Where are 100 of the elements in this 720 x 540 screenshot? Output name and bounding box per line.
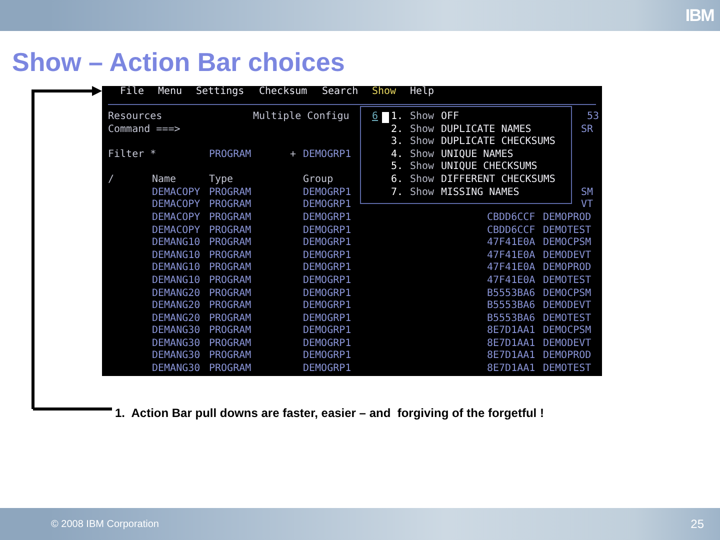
table-cell: PROGRAM [209, 363, 252, 374]
table-cell: PROGRAM [209, 274, 252, 286]
table-cell: CBDD6CCF [487, 212, 536, 223]
table-cell: DEMOGRP1 [303, 274, 352, 286]
table-cell: DEMOGRP1 [303, 312, 352, 324]
table-cell: DEMODEVT [543, 250, 592, 262]
filter-group: DEMOGRP1 [303, 148, 352, 162]
panel-title: Multiple Configu [253, 111, 350, 122]
table-cell: DEMOTEST [543, 274, 592, 288]
table-cell: DEMOCPSM [543, 288, 592, 300]
table-cell: DEMANG20 [152, 288, 200, 298]
table-cell: 8E7D1AA1 [487, 350, 536, 362]
table-cell: DEMOPROD [543, 212, 592, 225]
menu-option[interactable]: 3. Show DUPLICATE CHECKSUMS [391, 136, 556, 149]
menu-item[interactable]: Checksum [259, 86, 308, 97]
menu-option[interactable]: 4. Show UNIQUE NAMES [391, 148, 514, 162]
table-cell: DEMACOPY [152, 224, 200, 236]
table-cell: PROGRAM [209, 325, 252, 336]
table-cell: PROGRAM [209, 262, 252, 274]
table-cell: 8E7D1AA1 [487, 325, 536, 336]
column-header: Group [303, 174, 334, 186]
table-cell: 8E7D1AA1 [487, 363, 536, 374]
table-cell: SM [581, 186, 594, 200]
table-cell: DEMANG10 [152, 237, 200, 248]
filter-type: PROGRAM [209, 148, 252, 160]
table-cell: DEMANG10 [152, 262, 200, 274]
table-cell: PROGRAM [209, 312, 252, 324]
edge-text: 53 [587, 111, 600, 124]
menu-option[interactable]: 6. Show DIFFERENT CHECKSUMS [391, 174, 556, 187]
table-cell: DEMANG10 [152, 250, 200, 261]
menu-option[interactable]: 7. Show MISSING NAMES [391, 186, 520, 200]
table-cell: VT [581, 199, 594, 212]
table-cell: DEMOGRP1 [303, 199, 352, 210]
table-cell: DEMOGRP1 [303, 288, 352, 298]
table-cell: B5553BA6 [487, 312, 536, 324]
menu-item[interactable]: File [120, 86, 144, 97]
slide-title: Show – Action Bar choices [12, 47, 346, 77]
menu-option[interactable]: 2. Show DUPLICATE NAMES [391, 124, 532, 136]
menu-option[interactable]: 1. Show OFF [391, 111, 460, 124]
table-cell: DEMANG30 [152, 363, 200, 374]
table-cell: DEMOGRP1 [303, 237, 352, 248]
table-cell: DEMOCPSM [543, 237, 592, 250]
table-cell: 47F41E0A [487, 237, 536, 248]
table-cell: PROGRAM [209, 237, 252, 248]
page-number: 25 [690, 516, 704, 533]
table-cell: DEMOGRP1 [303, 250, 352, 261]
table-cell: DEMOGRP1 [303, 212, 352, 223]
edge-text: SR [581, 124, 594, 136]
table-cell: CBDD6CCF [487, 224, 536, 236]
table-cell: DEMOGRP1 [303, 363, 352, 374]
table-cell: DEMOPROD [543, 262, 592, 275]
command-prompt: Command ===> [108, 124, 180, 135]
table-cell: DEMANG30 [152, 325, 200, 336]
input-field[interactable]: 6 [372, 111, 382, 124]
table-cell: PROGRAM [209, 186, 252, 198]
table-cell: PROGRAM [209, 338, 252, 349]
table-cell: DEMOTEST [543, 312, 592, 326]
column-header: / [108, 174, 114, 186]
table-cell: PROGRAM [209, 288, 252, 298]
table-cell: PROGRAM [209, 250, 252, 261]
menu-item[interactable]: Help [410, 86, 434, 97]
table-cell: 47F41E0A [487, 274, 536, 286]
table-cell: DEMOCPSM [543, 325, 592, 338]
filter-marker: + [290, 148, 296, 160]
table-cell: DEMOTEST [543, 363, 592, 376]
table-cell: DEMOGRP1 [303, 186, 352, 198]
copyright-text: © 2008 IBM Corporation [51, 518, 159, 532]
table-cell: DEMOGRP1 [303, 300, 352, 312]
column-header: Type [209, 174, 234, 186]
menu-item[interactable]: Menu [158, 86, 182, 97]
table-cell: PROGRAM [209, 350, 252, 362]
table-cell: PROGRAM [209, 199, 252, 210]
table-cell: DEMOGRP1 [303, 338, 352, 349]
table-cell: DEMANG30 [152, 338, 200, 349]
table-cell: 8E7D1AA1 [487, 338, 536, 349]
table-cell: DEMANG10 [152, 274, 200, 286]
table-cell: DEMODEVT [543, 300, 592, 313]
table-cell: DEMANG20 [152, 312, 200, 324]
table-cell: DEMACOPY [152, 212, 200, 223]
table-cell: DEMACOPY [152, 186, 200, 198]
table-cell: DEMOGRP1 [303, 350, 352, 362]
menu-option[interactable]: 5. Show UNIQUE CHECKSUMS [391, 161, 538, 174]
menu-item[interactable]: Show [372, 86, 396, 97]
table-cell: DEMOTEST [543, 224, 592, 238]
menu-item[interactable]: Search [322, 86, 358, 97]
table-cell: DEMANG20 [152, 300, 200, 312]
table-cell: 47F41E0A [487, 250, 536, 261]
table-cell: B5553BA6 [487, 300, 536, 312]
table-cell: DEMOGRP1 [303, 262, 352, 274]
filter-label: Filter * [108, 148, 156, 160]
table-cell: PROGRAM [209, 300, 252, 312]
table-cell: DEMOPROD [543, 350, 592, 364]
table-cell: DEMACOPY [152, 199, 200, 210]
ibm-logo: IBM [685, 7, 714, 24]
table-cell: 47F41E0A [487, 262, 536, 274]
resources-label: Resources [108, 111, 162, 122]
menu-item[interactable]: Settings [196, 86, 244, 97]
table-cell: PROGRAM [209, 212, 252, 223]
table-cell: PROGRAM [209, 224, 252, 236]
table-cell: DEMODEVT [543, 338, 592, 350]
